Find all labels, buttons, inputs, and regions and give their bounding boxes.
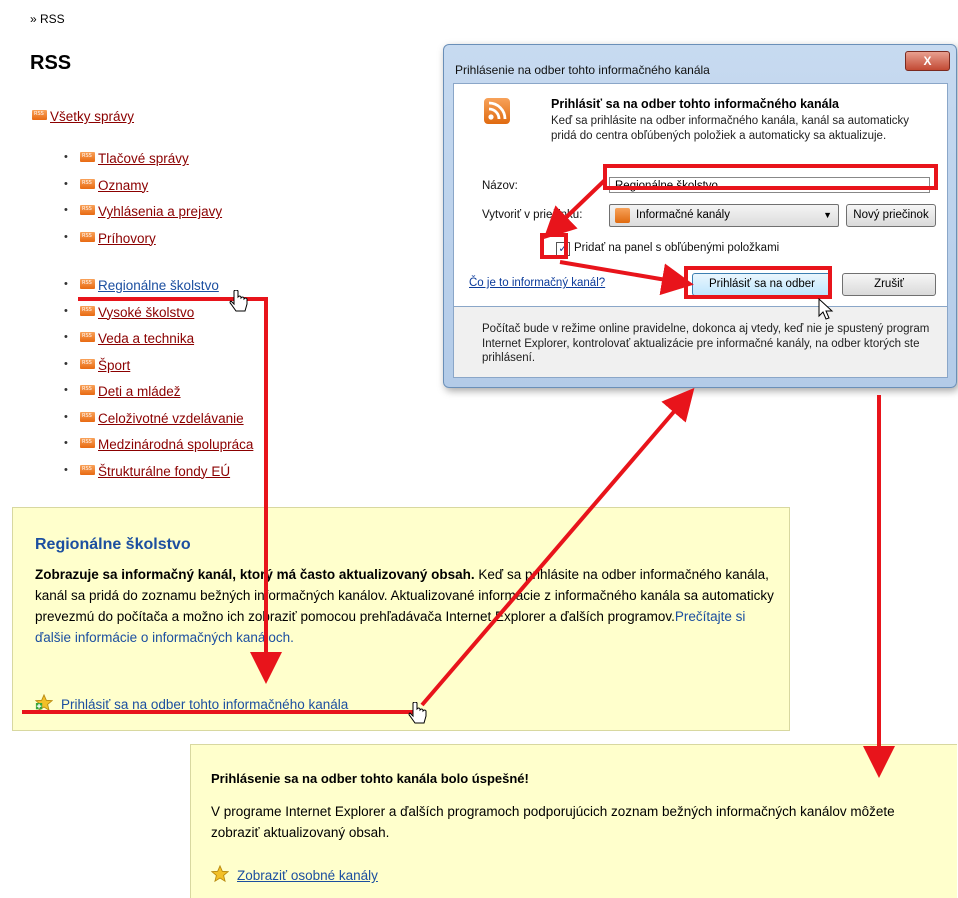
list-item: Oznamy xyxy=(64,178,222,205)
rss-icon xyxy=(80,464,95,475)
rss-icon xyxy=(80,411,95,422)
show-personal-feeds-link[interactable]: Zobraziť osobné kanály xyxy=(237,868,378,883)
feed-list-news: Tlačové správy Oznamy Vyhlásenia a preja… xyxy=(64,151,222,257)
success-panel: Prihlásenie sa na odber tohto kanála bol… xyxy=(190,744,957,898)
feed-info-panel: Regionálne školstvo Zobrazuje sa informa… xyxy=(12,507,790,731)
feed-panel-desc-bold: Zobrazuje sa informačný kanál, ktorý má … xyxy=(35,567,475,582)
chevron-down-icon: ▼ xyxy=(823,210,832,220)
list-item: Vyhlásenia a prejavy xyxy=(64,204,222,231)
feed-link[interactable]: Oznamy xyxy=(98,178,148,193)
subscribe-dialog: Prihlásenie na odber tohto informačného … xyxy=(443,44,957,388)
rss-icon xyxy=(80,279,95,289)
feed-link[interactable]: Vysoké školstvo xyxy=(98,305,194,320)
feed-link[interactable]: Štrukturálne fondy EÚ xyxy=(98,464,230,479)
feed-folder-icon xyxy=(615,208,630,223)
hand-cursor-icon xyxy=(229,290,248,312)
dialog-body: Prihlásiť sa na odber tohto informačného… xyxy=(453,83,948,307)
subscribe-link[interactable]: Prihlásiť sa na odber tohto informačného… xyxy=(61,697,348,712)
favorites-bar-checkbox-label: Pridať na panel s obľúbenými položkami xyxy=(574,242,780,254)
favorites-bar-checkbox[interactable]: ✓ xyxy=(556,242,570,256)
success-title: Prihlásenie sa na odber tohto kanála bol… xyxy=(211,771,529,786)
feed-link[interactable]: Vyhlásenia a prejavy xyxy=(98,204,222,219)
arrow-cursor-icon xyxy=(818,298,834,320)
dialog-description: Keď sa prihlásite na odber informačného … xyxy=(551,115,910,142)
folder-select-value: Informačné kanály xyxy=(636,209,730,221)
feed-link[interactable]: Medzinárodná spolupráca xyxy=(98,437,253,452)
name-label: Názov: xyxy=(482,180,518,192)
rss-icon xyxy=(80,231,95,242)
dialog-footer-text: Počítač bude v režime online pravidelne,… xyxy=(482,323,930,364)
list-item: Medzinárodná spolupráca xyxy=(64,437,253,464)
cancel-button[interactable]: Zrušiť xyxy=(842,273,936,296)
hand-cursor-icon xyxy=(408,702,427,724)
what-is-feed-link[interactable]: Čo je to informačný kanál? xyxy=(469,277,605,289)
rss-icon xyxy=(80,358,95,369)
list-item: Regionálne školstvo xyxy=(64,278,253,305)
feed-link[interactable]: Celoživotné vzdelávanie xyxy=(98,411,244,426)
dialog-footer: Počítač bude v režime online pravidelne,… xyxy=(453,307,948,378)
new-folder-button[interactable]: Nový priečinok xyxy=(846,204,936,227)
rss-icon xyxy=(32,110,47,120)
page-title: RSS xyxy=(30,52,72,74)
rss-icon xyxy=(80,205,95,215)
rss-icon xyxy=(80,178,95,189)
all-news-item[interactable]: Všetky správy xyxy=(32,108,134,126)
list-item: Tlačové správy xyxy=(64,151,222,178)
add-favorite-star-icon xyxy=(35,694,53,712)
feed-link[interactable]: Veda a technika xyxy=(98,331,194,346)
list-item: Štrukturálne fondy EÚ xyxy=(64,464,253,491)
feed-panel-title: Regionálne školstvo xyxy=(35,536,191,553)
list-item: Deti a mládež xyxy=(64,384,253,411)
close-button[interactable]: X xyxy=(905,51,950,71)
all-news-link[interactable]: Všetky správy xyxy=(50,109,134,124)
feed-link[interactable]: Tlačové správy xyxy=(98,151,189,166)
feed-panel-description: Zobrazuje sa informačný kanál, ktorý má … xyxy=(35,564,775,648)
folder-select[interactable]: Informačné kanály ▼ xyxy=(609,204,839,227)
dialog-title: Prihlásenie na odber tohto informačného … xyxy=(455,63,710,77)
list-item: Vysoké školstvo xyxy=(64,305,253,332)
feed-list-topics: Regionálne školstvo Vysoké školstvo Veda… xyxy=(64,278,253,490)
feed-link-regional[interactable]: Regionálne školstvo xyxy=(98,278,219,293)
list-item: Veda a technika xyxy=(64,331,253,358)
show-feeds-row: Zobraziť osobné kanály xyxy=(211,865,378,883)
subscribe-button[interactable]: Prihlásiť sa na odber xyxy=(692,273,832,296)
feed-link[interactable]: Príhovory xyxy=(98,231,156,246)
feed-link[interactable]: Šport xyxy=(98,358,130,373)
success-description: V programe Internet Explorer a ďalších p… xyxy=(211,804,895,840)
folder-label: Vytvoriť v priečinku: xyxy=(482,209,583,221)
rss-icon xyxy=(80,152,95,162)
feed-icon xyxy=(484,98,510,124)
list-item: Celoživotné vzdelávanie xyxy=(64,411,253,438)
list-item: Príhovory xyxy=(64,231,222,258)
dialog-heading: Prihlásiť sa na odber tohto informačného… xyxy=(551,97,839,111)
breadcrumb: » RSS xyxy=(30,12,65,26)
subscribe-row: Prihlásiť sa na odber tohto informačného… xyxy=(35,694,348,712)
feed-link[interactable]: Deti a mládež xyxy=(98,384,181,399)
rss-icon xyxy=(80,305,95,316)
name-input[interactable]: Regionálne školstvo xyxy=(609,177,930,193)
rss-icon xyxy=(80,438,95,448)
list-item: Šport xyxy=(64,358,253,385)
favorites-star-icon xyxy=(211,865,229,883)
rss-icon xyxy=(80,385,95,395)
rss-icon xyxy=(80,332,95,342)
